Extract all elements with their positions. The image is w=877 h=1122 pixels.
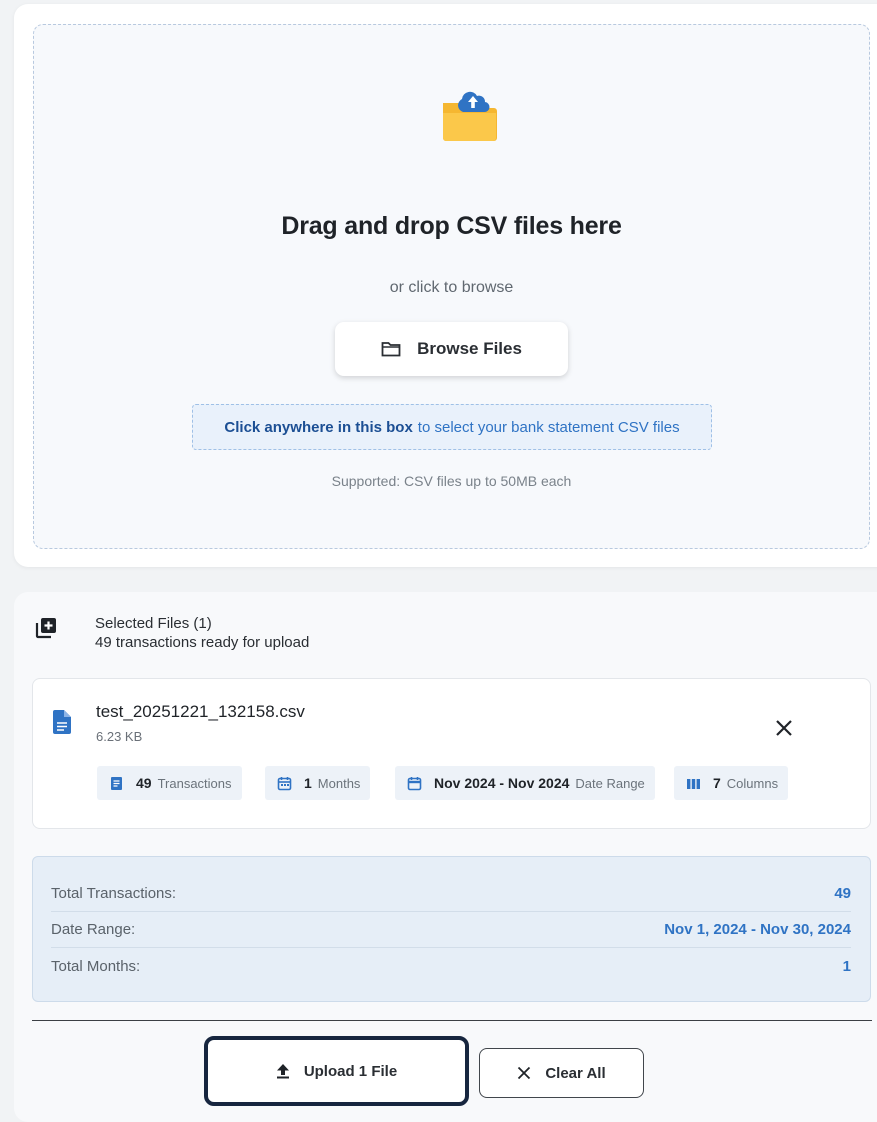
browse-files-button[interactable]: Browse Files [335,322,568,376]
stat-label: Transactions [157,775,232,791]
upload-card: Drag and drop CSV files here or click to… [14,4,877,567]
stat-chip-columns: 7 Columns [674,766,789,800]
folder-icon [381,342,401,357]
stat-value: Nov 2024 - Nov 2024 [434,775,570,791]
stat-value: 1 [304,775,312,791]
selected-files-card: Selected Files (1) 49 transactions ready… [14,592,877,1122]
document-icon [53,710,71,734]
close-icon [518,1066,531,1080]
close-icon [776,720,792,736]
summary-value: Nov 1, 2024 - Nov 30, 2024 [664,920,851,938]
receipt-icon [111,776,122,790]
supported-formats-note: Supported: CSV files up to 50MB each [331,473,572,489]
stat-chip-months: 1 Months [265,766,371,800]
summary-label: Total Transactions: [51,884,177,902]
dropzone-subtitle: or click to browse [389,279,514,296]
stat-label: Columns [726,775,779,791]
columns-icon [687,778,700,789]
stat-label: Months [317,775,361,791]
selected-files-title: Selected Files (1) [95,615,212,632]
stat-label: Date Range [575,775,645,791]
clear-all-button[interactable]: Clear All [479,1048,644,1098]
summary-row-months: Total Months: 1 [51,948,851,984]
file-name: test_20251221_132158.csv [96,702,305,721]
add-library-icon [35,618,56,639]
summary-value: 49 [834,884,851,902]
calendar-icon [277,776,292,790]
click-hint-text: to select your bank statement CSV files [417,418,680,436]
stat-chip-transactions: 49 Transactions [97,766,242,800]
upload-files-button[interactable]: Upload 1 File [204,1036,469,1106]
upload-icon [276,1064,289,1079]
summary-row-date-range: Date Range: Nov 1, 2024 - Nov 30, 2024 [51,911,851,947]
upload-summary: Total Transactions: 49 Date Range: Nov 1… [32,856,871,1002]
stat-value: 7 [713,775,721,791]
summary-row-transactions: Total Transactions: 49 [51,875,851,911]
dropzone-title: Drag and drop CSV files here [281,212,622,240]
summary-label: Date Range: [51,920,136,938]
upload-files-label: Upload 1 File [303,1062,398,1080]
file-item: test_20251221_132158.csv 6.23 KB 49 Tran… [32,678,871,829]
browse-files-label: Browse Files [417,339,522,358]
selected-files-subtitle: 49 transactions ready for upload [95,634,310,651]
folder-upload-icon [443,91,497,141]
stat-chip-date-range: Nov 2024 - Nov 2024 Date Range [395,766,655,800]
summary-value: 1 [842,957,851,975]
file-size: 6.23 KB [96,729,143,744]
summary-label: Total Months: [51,957,141,975]
calendar-icon [407,776,422,790]
csv-dropzone[interactable]: Drag and drop CSV files here or click to… [33,24,870,549]
actions-divider [32,1020,872,1021]
click-hint[interactable]: Click anywhere in this box to select you… [192,404,712,450]
stat-value: 49 [136,775,152,791]
click-hint-strong: Click anywhere in this box [224,418,413,436]
clear-all-label: Clear All [545,1064,606,1082]
remove-file-button[interactable] [770,714,798,742]
